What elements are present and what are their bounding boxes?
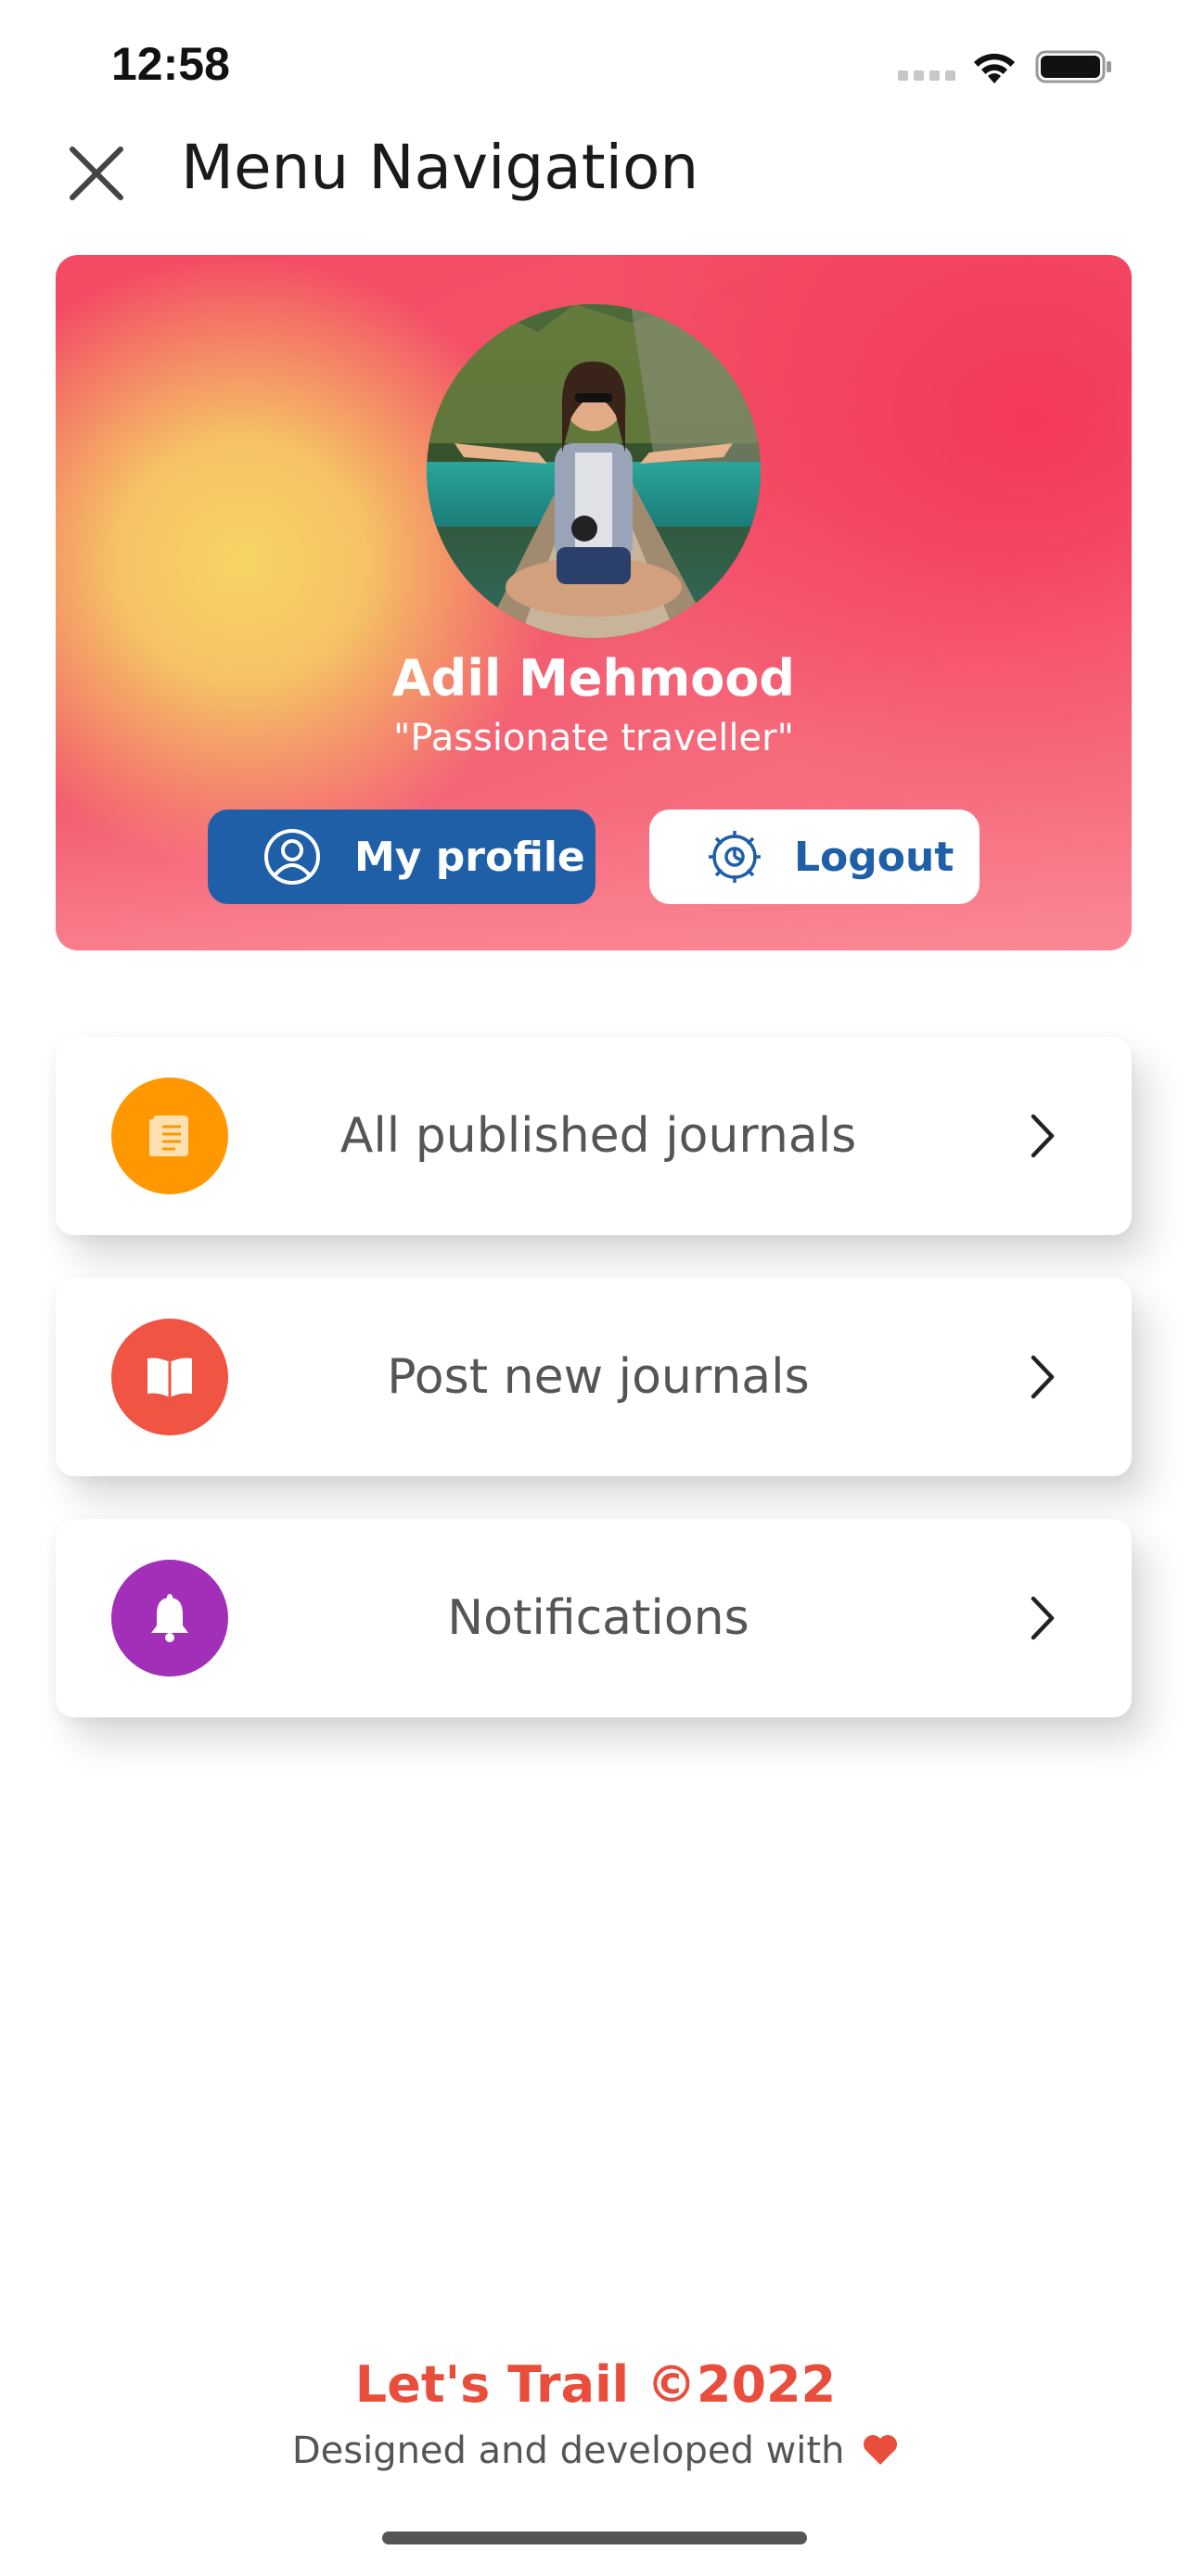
avatar xyxy=(427,304,761,638)
user-circle-icon xyxy=(264,829,320,885)
my-profile-button[interactable]: My profile xyxy=(208,810,596,904)
home-indicator[interactable] xyxy=(382,2531,807,2544)
menu-item-label: Post new journals xyxy=(387,1349,810,1405)
my-profile-label: My profile xyxy=(354,833,585,881)
status-bar: 12:58 xyxy=(0,0,1191,130)
page-title: Menu Navigation xyxy=(181,132,699,203)
close-icon[interactable] xyxy=(67,144,126,203)
battery-icon xyxy=(1035,50,1111,83)
profile-card: Adil Mehmood "Passionate traveller" My p… xyxy=(56,255,1132,950)
heart-icon xyxy=(864,2435,898,2465)
menu-item-label: Notifications xyxy=(447,1590,749,1646)
footer-credit: Designed and developed with xyxy=(0,2429,1191,2472)
status-time: 12:58 xyxy=(111,38,230,90)
avatar-photo xyxy=(427,304,761,638)
menu-item-notifications[interactable]: Notifications xyxy=(56,1519,1132,1717)
wifi-icon xyxy=(974,53,1015,83)
footer-credit-text: Designed and developed with xyxy=(291,2429,845,2472)
gear-icon xyxy=(709,831,761,883)
menu-item-all-published-journals[interactable]: All published journals xyxy=(56,1037,1132,1235)
profile-tagline: "Passionate traveller" xyxy=(393,717,794,759)
signal-icon xyxy=(898,70,955,83)
logout-label: Logout xyxy=(794,833,954,881)
chevron-right-icon xyxy=(1031,1596,1055,1640)
menu-item-label: All published journals xyxy=(339,1108,857,1164)
footer-brand: Let's Trail ©2022 xyxy=(354,2355,837,2414)
profile-name: Adil Mehmood xyxy=(391,649,796,708)
menu-item-post-new-journals[interactable]: Post new journals xyxy=(56,1278,1132,1476)
chevron-right-icon xyxy=(1031,1114,1055,1158)
logout-button[interactable]: Logout xyxy=(649,810,980,904)
chevron-right-icon xyxy=(1031,1355,1055,1399)
